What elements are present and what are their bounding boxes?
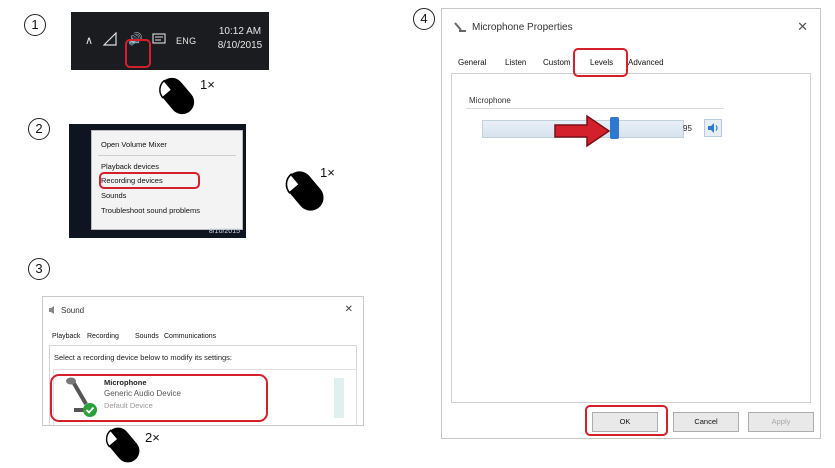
sound-icon (49, 306, 54, 314)
tab-custom[interactable]: Custom (543, 58, 571, 67)
click-count-1: 1× (200, 77, 215, 92)
clock[interactable]: 10:12 AM 8/10/2015 (215, 25, 265, 53)
level-meter (334, 378, 344, 418)
tab-playback[interactable]: Playback (52, 333, 80, 340)
action-center-icon[interactable] (152, 32, 166, 46)
tab-listen[interactable]: Listen (505, 58, 526, 67)
red-arrow-icon (554, 114, 611, 148)
step-number-3: 3 (28, 258, 50, 280)
step-number-2: 2 (28, 118, 50, 140)
tab-advanced[interactable]: Advanced (628, 58, 664, 67)
slider-thumb[interactable] (610, 117, 619, 139)
microphone-group-label: Microphone (469, 96, 511, 105)
clock-date: 8/10/2015 (217, 40, 263, 51)
group-divider (466, 108, 724, 109)
tab-recording[interactable]: Recording (87, 333, 119, 340)
mouse-click-icon (105, 427, 140, 463)
step-number-4: 4 (413, 8, 435, 30)
clock-time: 10:12 AM (218, 26, 262, 37)
close-icon[interactable]: ✕ (797, 19, 808, 35)
menu-separator (98, 155, 236, 156)
tab-communications[interactable]: Communications (164, 333, 216, 340)
highlight-microphone-device (50, 374, 268, 422)
menu-item-playback-devices[interactable]: Playback devices (101, 162, 159, 171)
highlight-levels-tab (573, 48, 628, 77)
show-hidden-icons-icon[interactable]: ∧ (85, 34, 93, 47)
speaker-icon (708, 123, 718, 133)
taskbar: ∧ 🔊 ENG 10:12 AM 8/10/2015 (71, 12, 269, 70)
sound-dialog-title: Sound (61, 306, 85, 315)
highlight-volume-icon (125, 39, 151, 68)
mute-button[interactable] (704, 119, 722, 137)
menu-item-open-volume-mixer[interactable]: Open Volume Mixer (101, 140, 167, 149)
level-value: 95 (683, 124, 692, 133)
taskbar-date: 8/10/2015 (208, 228, 240, 235)
step-number-1: 1 (24, 14, 46, 36)
close-icon[interactable]: ✕ (345, 304, 353, 315)
recording-instruction: Select a recording device below to modif… (54, 353, 233, 362)
menu-item-sounds[interactable]: Sounds (101, 191, 126, 200)
tab-general[interactable]: General (458, 58, 486, 67)
mic-dialog-title: Microphone Properties (472, 22, 573, 33)
mouse-click-icon (159, 77, 195, 115)
cancel-button[interactable]: Cancel (673, 412, 739, 432)
click-count-3: 2× (145, 430, 160, 445)
levels-tab-content: Microphone 95 (451, 73, 811, 403)
apply-button[interactable]: Apply (748, 412, 814, 432)
click-count-2: 1× (320, 165, 335, 180)
mic-tabs: General Listen Custom Levels Advanced (454, 54, 814, 70)
network-icon[interactable] (103, 32, 117, 46)
menu-item-troubleshoot[interactable]: Troubleshoot sound problems (101, 206, 200, 215)
microphone-title-icon (454, 22, 466, 32)
highlight-recording-devices (99, 172, 200, 189)
language-indicator[interactable]: ENG (176, 36, 196, 46)
highlight-ok-button (585, 405, 668, 436)
microphone-properties-dialog: Microphone Properties ✕ General Listen C… (441, 8, 821, 439)
tab-sounds[interactable]: Sounds (135, 333, 159, 340)
